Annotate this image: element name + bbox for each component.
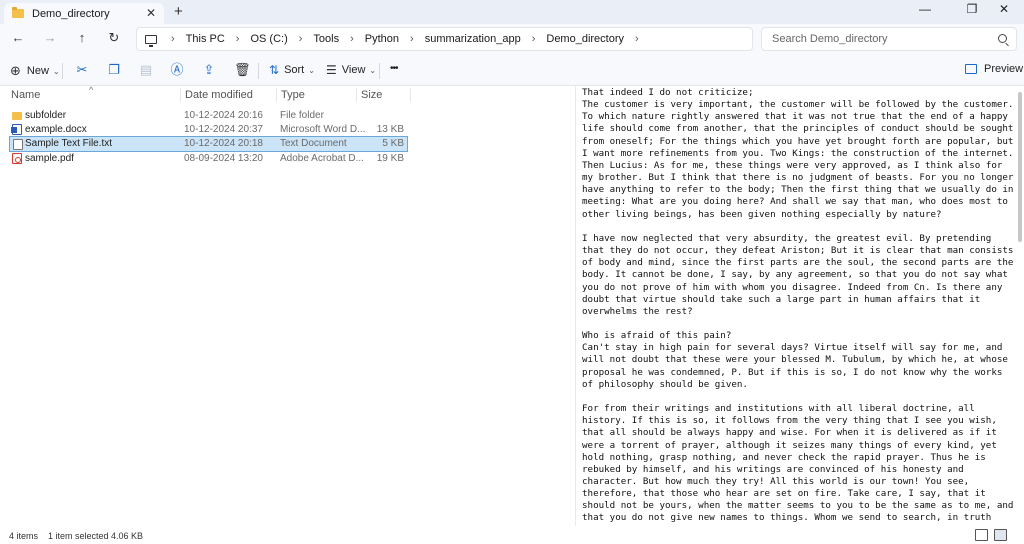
view-label: View — [341, 64, 366, 76]
file-name: sample.pdf — [25, 153, 74, 164]
file-date: 10-12-2024 20:16 — [184, 110, 263, 121]
word-doc-icon — [11, 124, 22, 135]
back-button[interactable]: ← — [8, 30, 28, 48]
this-pc-icon — [145, 34, 157, 47]
folder-icon — [12, 7, 24, 18]
preview-pane-icon — [965, 64, 977, 74]
minimize-button[interactable]: — — [905, 2, 945, 16]
title-bar: Demo_directory ✕ + — ❐ ✕ — [0, 0, 1024, 24]
column-header-name[interactable]: Name — [11, 89, 40, 101]
breadcrumb-os-c[interactable]: OS (C:) — [250, 33, 287, 45]
file-row-sample-text-file[interactable]: Sample Text File.txt 10-12-2024 20:18 Te… — [9, 136, 408, 152]
file-type: Adobe Acrobat D... — [280, 153, 364, 164]
column-divider[interactable] — [180, 88, 181, 102]
tab-demo-directory[interactable]: Demo_directory ✕ — [4, 3, 164, 24]
column-header-type[interactable]: Type — [281, 89, 305, 101]
preview-text: That indeed I do not criticize; The cust… — [582, 87, 1014, 526]
view-icon: ☰ — [326, 63, 337, 77]
breadcrumb-python[interactable]: Python — [365, 33, 399, 45]
breadcrumb-separator[interactable]: › — [299, 33, 303, 45]
preview-scrollbar[interactable] — [1018, 92, 1022, 242]
breadcrumb-separator[interactable]: › — [350, 33, 354, 45]
tab-title: Demo_directory — [32, 7, 110, 20]
breadcrumb-demo-directory[interactable]: Demo_directory — [546, 33, 624, 45]
new-label: New — [26, 65, 49, 77]
divider — [62, 63, 63, 79]
sort-ascending-indicator: ^ — [89, 85, 94, 95]
refresh-button[interactable]: ↻ — [104, 30, 124, 48]
share-icon[interactable]: ⇪ — [202, 63, 216, 77]
column-divider[interactable] — [410, 88, 411, 102]
search-icon — [998, 34, 1007, 43]
file-size: 5 KB — [382, 138, 404, 149]
navigation-bar: ← → ↑ ↻ › This PC › OS (C:) › Tools › Py… — [0, 24, 1024, 54]
file-name: Sample Text File.txt — [25, 138, 113, 149]
file-size: 19 KB — [376, 153, 404, 164]
close-button[interactable]: ✕ — [984, 2, 1024, 16]
plus-circle-icon: ⊕ — [10, 63, 21, 78]
more-options-button[interactable]: ••• — [390, 63, 398, 74]
tab-close-button[interactable]: ✕ — [146, 6, 156, 20]
preview-label: Preview — [984, 63, 1024, 75]
breadcrumb-separator[interactable]: › — [532, 33, 536, 45]
tiles-view-icon[interactable] — [994, 529, 1007, 541]
file-type: Microsoft Word D... — [280, 124, 366, 135]
status-bar: 4 items 1 item selected 4.06 KB — [0, 526, 1024, 544]
up-button[interactable]: ↑ — [72, 30, 92, 48]
chevron-down-icon: ⌄ — [308, 65, 315, 75]
column-divider[interactable] — [276, 88, 277, 102]
new-tab-button[interactable]: + — [174, 3, 183, 20]
breadcrumb-separator[interactable]: › — [236, 33, 240, 45]
chevron-down-icon: ⌄ — [52, 66, 60, 76]
paste-icon[interactable]: ▤ — [139, 63, 153, 77]
breadcrumb-summarization-app[interactable]: summarization_app — [425, 33, 521, 45]
search-placeholder: Search Demo_directory — [772, 33, 888, 45]
cut-icon[interactable]: ✂ — [75, 63, 89, 77]
breadcrumb-separator[interactable]: › — [410, 33, 414, 45]
file-name: subfolder — [25, 110, 67, 121]
address-bar[interactable]: › This PC › OS (C:) › Tools › Python › s… — [136, 27, 753, 51]
selection-info: 1 item selected 4.06 KB — [48, 531, 144, 541]
view-button[interactable]: ☰ View ⌄ — [326, 63, 376, 77]
forward-button[interactable]: → — [40, 30, 60, 48]
file-row-sample-pdf[interactable]: sample.pdf 08-09-2024 13:20 Adobe Acroba… — [9, 151, 408, 167]
file-name: example.docx — [25, 124, 87, 135]
chevron-down-icon: ⌄ — [369, 65, 377, 75]
details-view-icon[interactable] — [975, 529, 988, 541]
breadcrumb-separator[interactable]: › — [171, 33, 175, 45]
file-size: 13 KB — [376, 124, 404, 135]
divider — [258, 63, 259, 79]
sort-button[interactable]: ⇅ Sort ⌄ — [269, 63, 315, 77]
pdf-icon — [12, 153, 22, 164]
file-date: 08-09-2024 13:20 — [184, 153, 263, 164]
preview-pane-button[interactable]: Preview — [965, 63, 1023, 75]
rename-icon[interactable]: Ⓐ — [170, 63, 184, 77]
breadcrumb-tools[interactable]: Tools — [313, 33, 339, 45]
command-bar: ⊕ New ⌄ ✂ ❐ ▤ Ⓐ ⇪ 🗑 ⇅ Sort ⌄ ☰ View ⌄ ••… — [0, 54, 1024, 86]
delete-icon[interactable]: 🗑 — [234, 63, 251, 77]
file-list-pane[interactable]: ^ Name Date modified Type Size subfolder… — [0, 85, 575, 526]
breadcrumb-separator[interactable]: › — [635, 33, 639, 45]
file-date: 10-12-2024 20:18 — [184, 138, 263, 149]
divider — [379, 63, 380, 79]
breadcrumb-this-pc[interactable]: This PC — [186, 33, 225, 45]
column-header-date-modified[interactable]: Date modified — [185, 89, 253, 101]
new-button[interactable]: ⊕ New ⌄ — [10, 63, 60, 79]
folder-icon — [12, 112, 22, 120]
file-date: 10-12-2024 20:37 — [184, 124, 263, 135]
file-type: Text Document — [280, 138, 347, 149]
column-header-size[interactable]: Size — [361, 89, 382, 101]
item-count: 4 items — [9, 531, 39, 541]
file-type: File folder — [280, 110, 324, 121]
search-input[interactable]: Search Demo_directory — [761, 27, 1017, 51]
text-file-icon — [13, 139, 23, 150]
sort-icon: ⇅ — [269, 63, 280, 77]
column-divider[interactable] — [356, 88, 357, 102]
preview-pane[interactable]: That indeed I do not criticize; The cust… — [575, 86, 1024, 526]
copy-icon[interactable]: ❐ — [107, 63, 121, 77]
sort-label: Sort — [284, 64, 305, 76]
